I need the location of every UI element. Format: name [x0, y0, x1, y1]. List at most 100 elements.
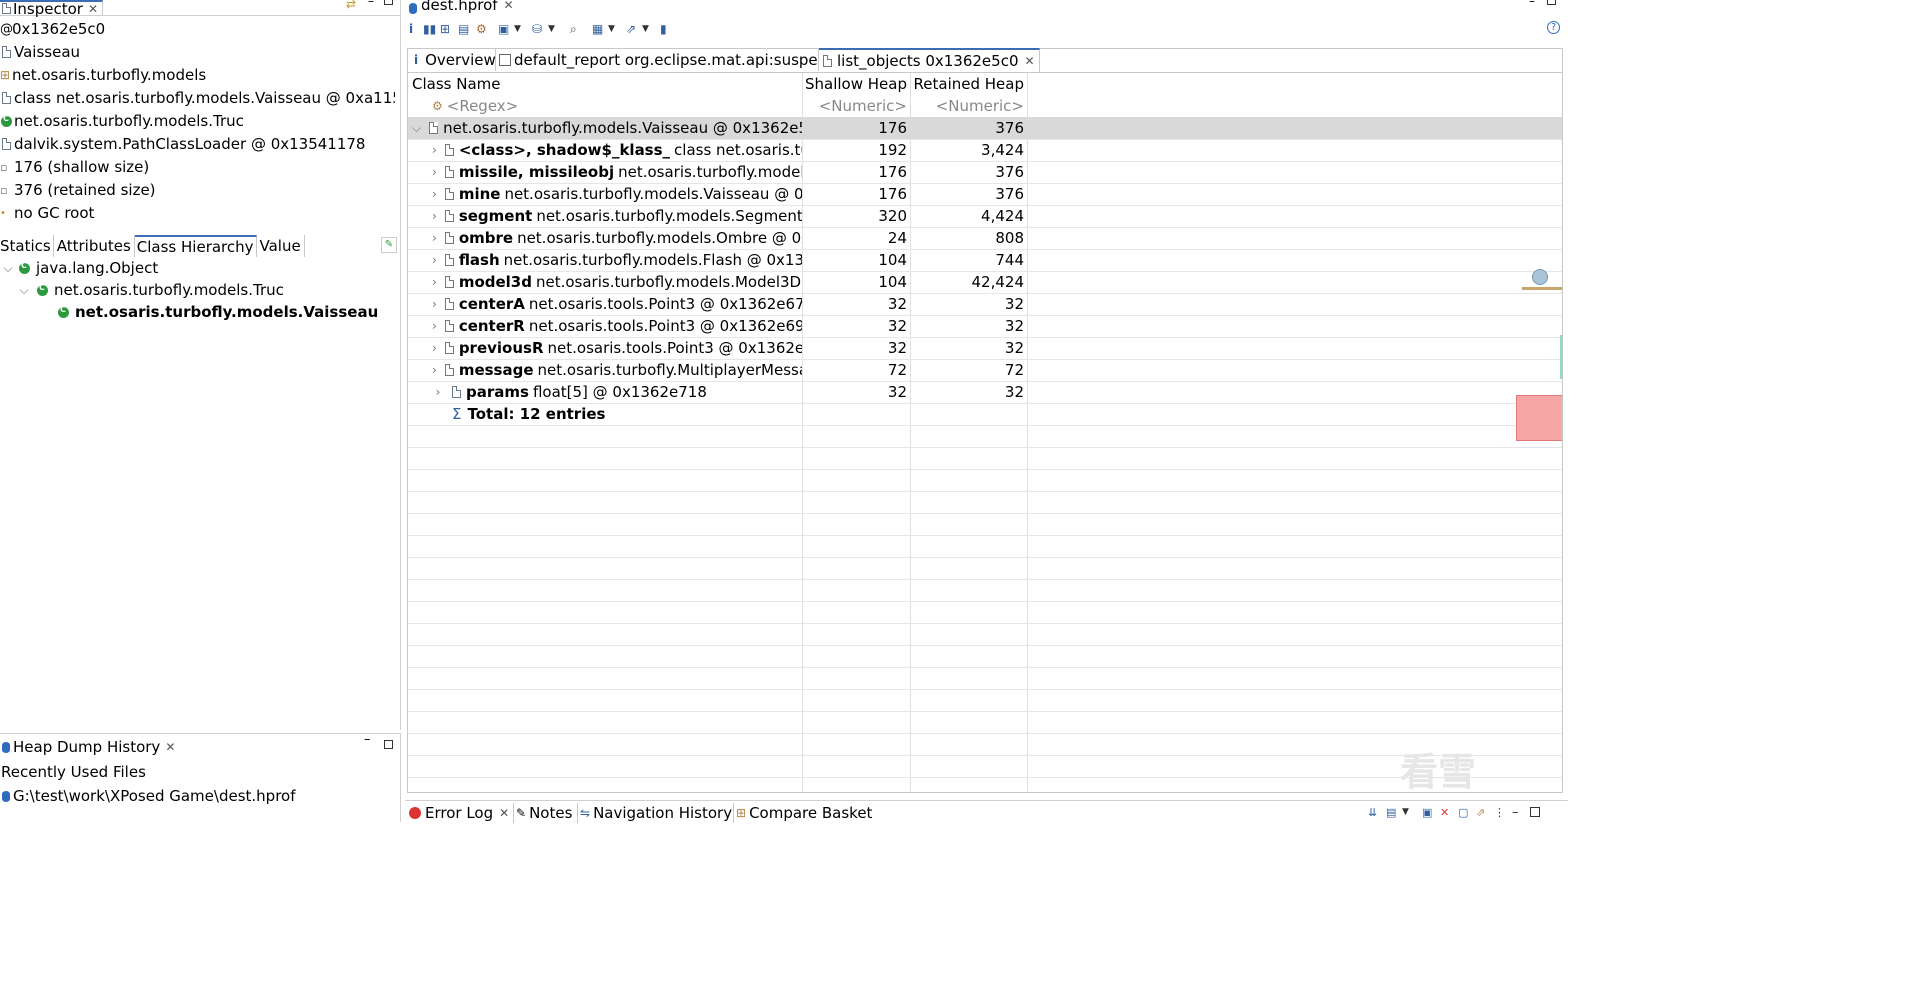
column-header-class-name[interactable]: Class Name [412, 73, 802, 95]
histogram-icon[interactable]: ▮▮ [423, 22, 440, 36]
open-log-icon[interactable]: ▢ [1458, 806, 1476, 819]
inspector-retained-size: ▫ 376 (retained size) [0, 181, 156, 199]
minimize-icon[interactable]: – [368, 0, 374, 8]
tab-default-report[interactable]: default_report org.eclipse.mat.api:suspe… [496, 49, 843, 71]
dropdown-icon[interactable]: ▼ [1402, 807, 1422, 817]
table-row[interactable]: › message net.osaris.turbofly.MultiplayerM… [432, 359, 802, 381]
minimize-icon[interactable]: – [1512, 805, 1530, 820]
field-value: net.osaris.turbofly.models.Flash @ 0x130… [503, 251, 802, 269]
maximize-icon[interactable] [1530, 807, 1540, 817]
query-browser-icon[interactable]: ▣ [498, 22, 514, 36]
top-consumers-icon[interactable]: ⚙ [476, 22, 498, 36]
pin-icon[interactable]: ✎ [381, 237, 397, 253]
tab-notes[interactable]: ✎ Notes [513, 803, 572, 823]
dropdown-icon[interactable]: ▼ [548, 24, 570, 34]
view-menu-icon[interactable]: ⋮ [1494, 806, 1512, 819]
expand-icon[interactable]: › [432, 231, 437, 245]
column-header-retained-heap[interactable]: Retained Heap [910, 73, 1024, 95]
expand-icon[interactable]: › [432, 385, 444, 399]
close-icon[interactable]: ✕ [504, 0, 514, 12]
table-row[interactable]: › model3d net.osaris.turbofly.models.Model… [432, 271, 802, 293]
minimize-icon[interactable]: – [364, 732, 371, 747]
table-row[interactable]: › centerA net.osaris.tools.Point3 @ 0x1362… [432, 293, 802, 315]
hierarchy-item[interactable]: ⌵java.lang.Object [0, 257, 395, 279]
search-icon[interactable]: ⌕ [570, 22, 592, 37]
heap-dump-icon [2, 741, 10, 753]
table-row[interactable]: › mine net.osaris.turbofly.models.Vaisseau… [432, 183, 802, 205]
tab-statics[interactable]: Statics [0, 235, 54, 257]
heap-dump-icon[interactable]: ⛁ [532, 22, 548, 36]
restore-log-icon[interactable]: ⇗ [1476, 806, 1494, 819]
heap-dump-icon [2, 790, 10, 802]
tab-overview[interactable]: i Overview [408, 49, 499, 71]
dominator-tree-icon[interactable]: ⊞ [440, 22, 458, 36]
dropdown-icon[interactable]: ▼ [514, 24, 532, 34]
tab-navigation-history[interactable]: ⇋ Navigation History [577, 803, 732, 823]
collapse-icon[interactable]: ⌵ [18, 283, 30, 298]
tab-class-hierarchy[interactable]: Class Hierarchy [134, 235, 257, 257]
help-icon[interactable]: ? [1547, 21, 1560, 34]
group-icon[interactable]: ▦ [592, 22, 608, 36]
table-row[interactable]: › previousR net.osaris.tools.Point3 @ 0x13… [432, 337, 802, 359]
history-tab[interactable]: Heap Dump History ✕ [0, 736, 175, 758]
maximize-icon[interactable] [1547, 0, 1556, 5]
expand-icon[interactable]: › [432, 187, 437, 201]
export-log-icon[interactable]: ⇊ [1368, 806, 1386, 819]
recent-file-item[interactable]: G:\test\work\XPosed Game\dest.hprof [0, 785, 296, 807]
expand-icon[interactable]: › [432, 363, 437, 377]
tab-compare-basket[interactable]: ⊞ Compare Basket [733, 803, 872, 823]
hierarchy-item-selected[interactable]: net.osaris.turbofly.models.Vaisseau [0, 301, 395, 323]
retained-filter-input[interactable]: <Numeric> [910, 95, 1024, 117]
bottom-toolbar: ⇊ ▤ ▼ ▣ ✕ ▢ ⇗ ⋮ – [1368, 803, 1540, 821]
collapse-icon[interactable]: ⌵ [2, 261, 14, 276]
expand-icon[interactable]: › [432, 341, 437, 355]
maximize-icon[interactable] [384, 0, 393, 5]
column-header-shallow-heap[interactable]: Shallow Heap [802, 73, 907, 95]
close-icon[interactable]: ✕ [165, 740, 175, 754]
table-row[interactable]: › centerR net.osaris.tools.Point3 @ 0x1362… [432, 315, 802, 337]
table-row[interactable]: › segment net.osaris.turbofly.models.Segme… [432, 205, 802, 227]
editor-tab[interactable]: dest.hprof ✕ [405, 0, 514, 16]
expand-icon[interactable]: › [432, 165, 437, 179]
expand-icon[interactable]: › [432, 143, 437, 157]
tab-error-log[interactable]: Error Log ✕ [409, 803, 509, 823]
overview-icon[interactable]: i [409, 22, 423, 36]
table-row[interactable]: › missile, missileobj net.osaris.turbofly.… [432, 161, 802, 183]
field-icon [444, 276, 454, 288]
tab-list-objects[interactable]: list_objects 0x1362e5c0 ✕ [819, 48, 1040, 72]
expand-icon[interactable]: › [432, 253, 437, 267]
grid-line [408, 579, 1562, 580]
expand-icon[interactable]: › [432, 209, 437, 223]
dropdown-icon[interactable]: ▼ [642, 24, 660, 34]
collapse-icon[interactable]: ⌵ [412, 121, 421, 136]
link-with-editor-icon[interactable]: ⇄ [346, 0, 356, 11]
export-icon[interactable]: ⇗ [626, 22, 642, 36]
shallow-filter-input[interactable]: <Numeric> [802, 95, 907, 117]
expand-icon[interactable]: › [432, 319, 437, 333]
grid-line [408, 755, 1562, 756]
hierarchy-item[interactable]: ⌵net.osaris.turbofly.models.Truc [0, 279, 395, 301]
maximize-icon[interactable] [384, 740, 393, 749]
close-icon[interactable]: ✕ [499, 806, 509, 820]
root-object-cell[interactable]: ⌵ net.osaris.turbofly.models.Vaisseau @ … [412, 117, 802, 139]
oql-icon[interactable]: ▤ [458, 22, 476, 36]
dropdown-icon[interactable]: ▼ [608, 24, 626, 34]
close-icon[interactable]: ✕ [1025, 54, 1035, 68]
retained-cell: 32 [1004, 339, 1024, 357]
regex-filter-input[interactable]: ⚙ <Regex> [432, 95, 802, 117]
expand-icon[interactable]: › [432, 297, 437, 311]
tab-value[interactable]: Value [257, 235, 305, 257]
calculate-retained-icon[interactable]: ▮ [660, 22, 676, 36]
table-row[interactable]: › <class>, shadow$_klass_ class net.osaris… [432, 139, 802, 161]
close-icon[interactable]: ✕ [88, 2, 98, 16]
clear-log-icon[interactable]: ▣ [1422, 806, 1440, 819]
table-row[interactable]: › flash net.osaris.turbofly.models.Flash @… [432, 249, 802, 271]
minimize-icon[interactable]: – [1529, 0, 1535, 8]
table-row[interactable]: › ombre net.osaris.turbofly.models.Ombre @… [432, 227, 802, 249]
delete-log-icon[interactable]: ✕ [1440, 806, 1458, 819]
table-row[interactable]: › params float[5] @ 0x1362e718 [432, 381, 802, 403]
expand-icon[interactable]: › [432, 275, 437, 289]
import-log-icon[interactable]: ▤ [1386, 806, 1402, 819]
tab-attributes[interactable]: Attributes [54, 235, 135, 257]
inspector-tab[interactable]: Inspector ✕ [0, 0, 104, 18]
